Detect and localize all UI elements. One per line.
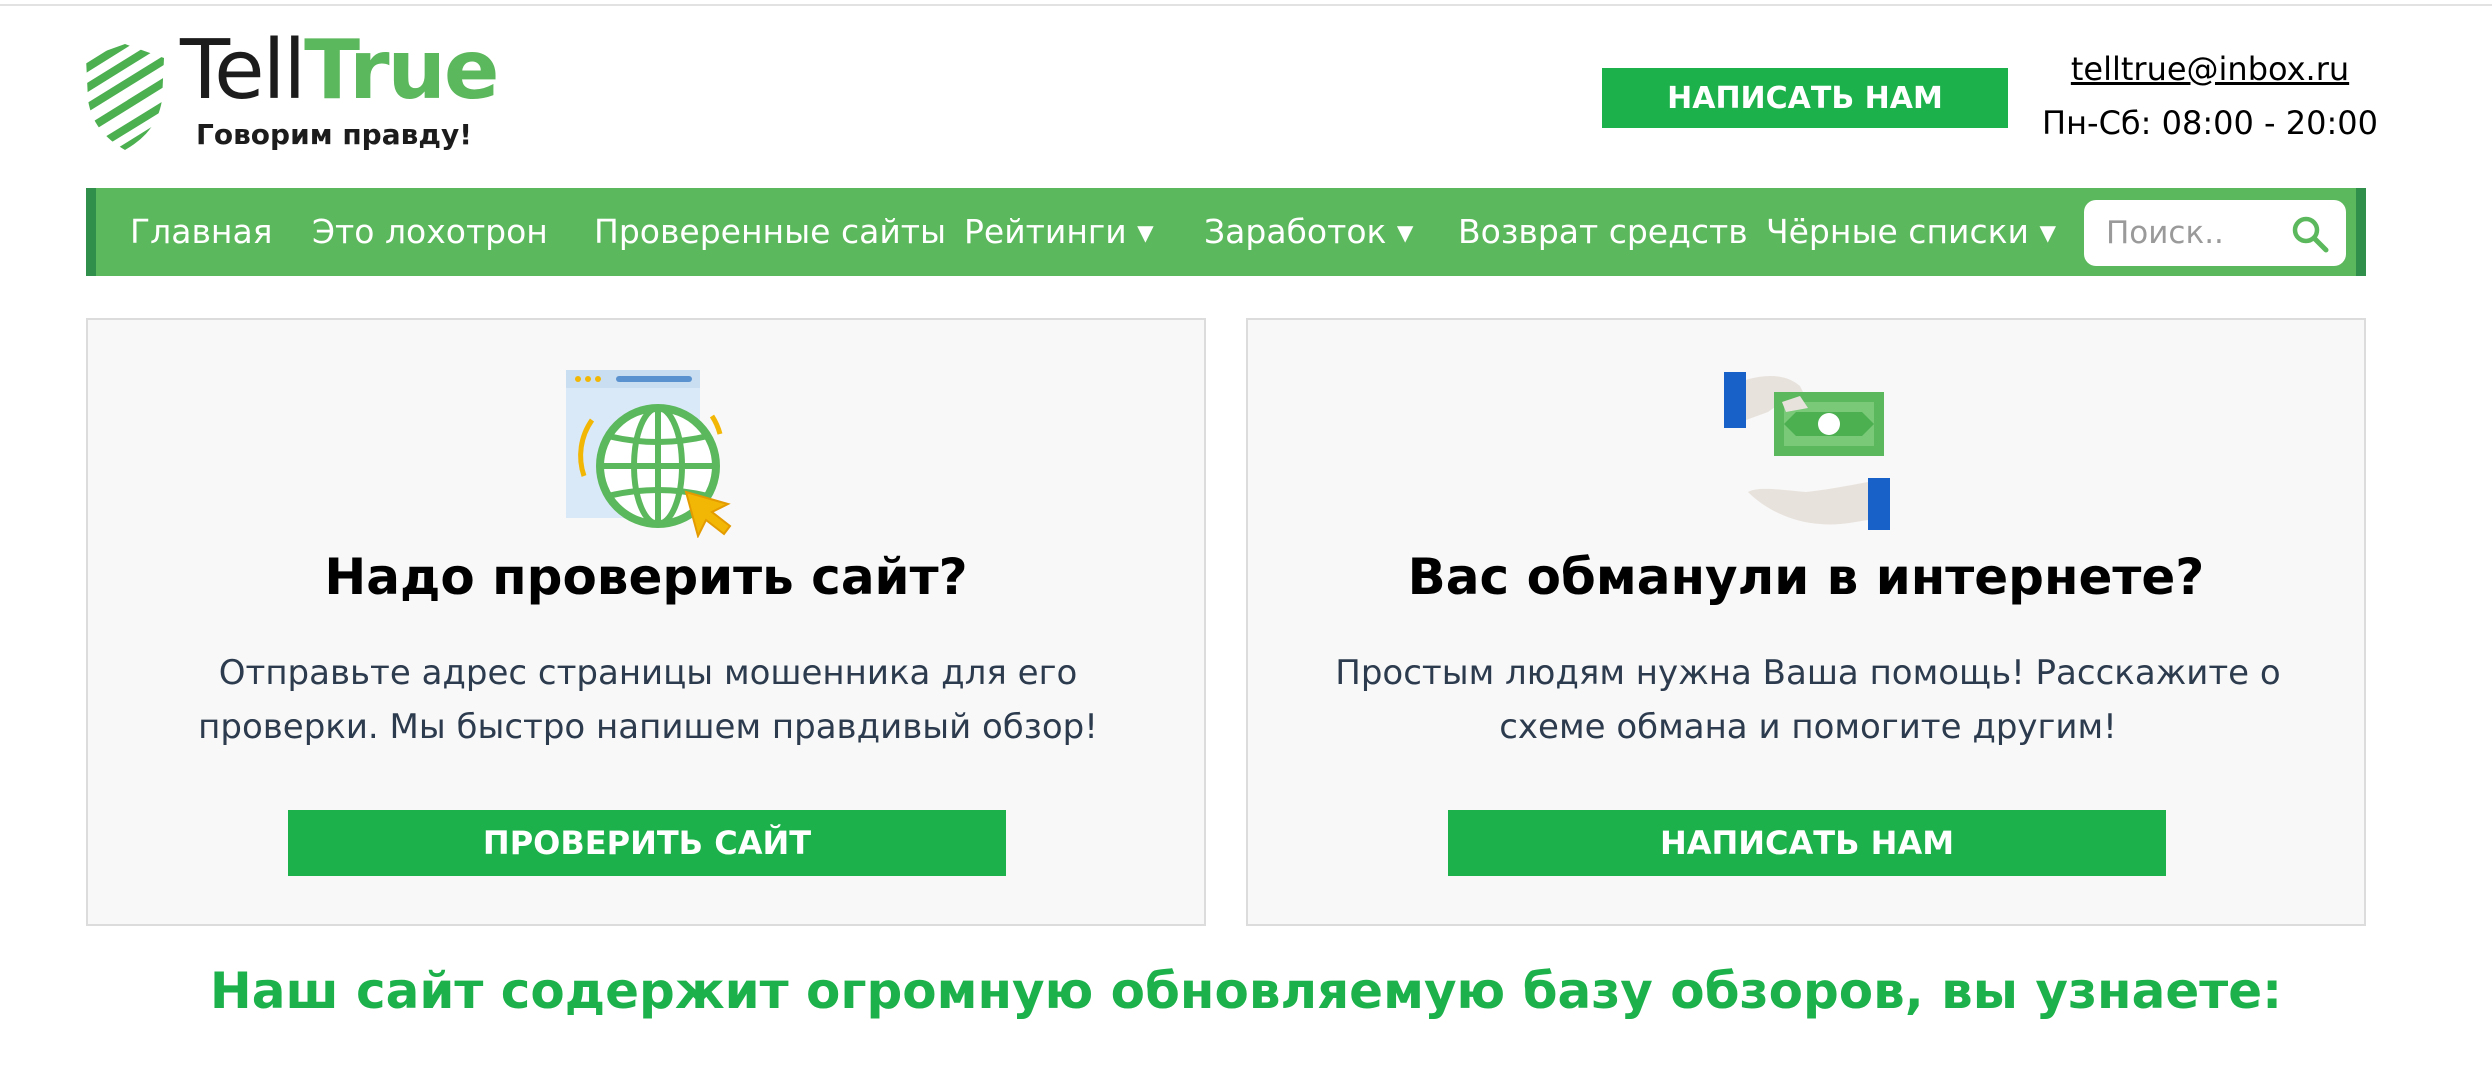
nav-item-refund[interactable]: Возврат средств [1458,188,1748,276]
globe-browser-icon [566,370,732,538]
check-site-card: Надо проверить сайт? Отправьте адрес стр… [86,318,1206,926]
scammed-card: Вас обманули в интернете? Простым людям … [1246,318,2366,926]
main-nav: Главная Это лохотрон Проверенные сайты Р… [86,188,2366,276]
write-us-button[interactable]: НАПИСАТЬ НАМ [1448,810,2166,876]
nav-item-home[interactable]: Главная [130,188,273,276]
card-title: Вас обманули в интернете? [1407,548,2205,606]
logo-wordmark: TellTrue [180,30,500,112]
nav-item-blacklists[interactable]: Чёрные списки ▾ [1766,188,2056,276]
logo-word-true: True [304,23,499,118]
header-write-us-button[interactable]: НАПИСАТЬ НАМ [1602,68,2008,128]
logo-slogan: Говорим правду! [196,118,472,151]
search-icon[interactable] [2290,214,2330,254]
logo-word-tell: Tell [180,23,306,118]
nav-item-verified-sites[interactable]: Проверенные сайты [594,188,946,276]
check-site-button[interactable]: ПРОВЕРИТЬ САЙТ [288,810,1006,876]
site-logo[interactable]: TellTrue Говорим правду! [84,30,524,158]
nav-item-scam[interactable]: Это лохотрон [312,188,548,276]
card-text: Простым людям нужна Ваша помощь! Расскаж… [1335,653,2281,747]
nav-item-earnings[interactable]: Заработок ▾ [1204,188,1414,276]
search-input[interactable] [2096,200,2306,266]
card-title: Надо проверить сайт? [324,548,968,606]
money-hands-icon [1724,372,1890,530]
top-divider [0,0,2492,6]
header-email-link[interactable]: telltrue@inbox.ru [2050,50,2370,88]
header-working-hours: Пн-Сб: 08:00 - 20:00 [2042,104,2378,142]
search-box [2084,200,2346,266]
nav-item-ratings[interactable]: Рейтинги ▾ [964,188,1154,276]
section-heading: Наш сайт содержит огромную обновляемую б… [209,962,2283,1020]
card-text: Отправьте адрес страницы мошенника для е… [198,653,1098,747]
shield-logo-icon [86,44,164,150]
